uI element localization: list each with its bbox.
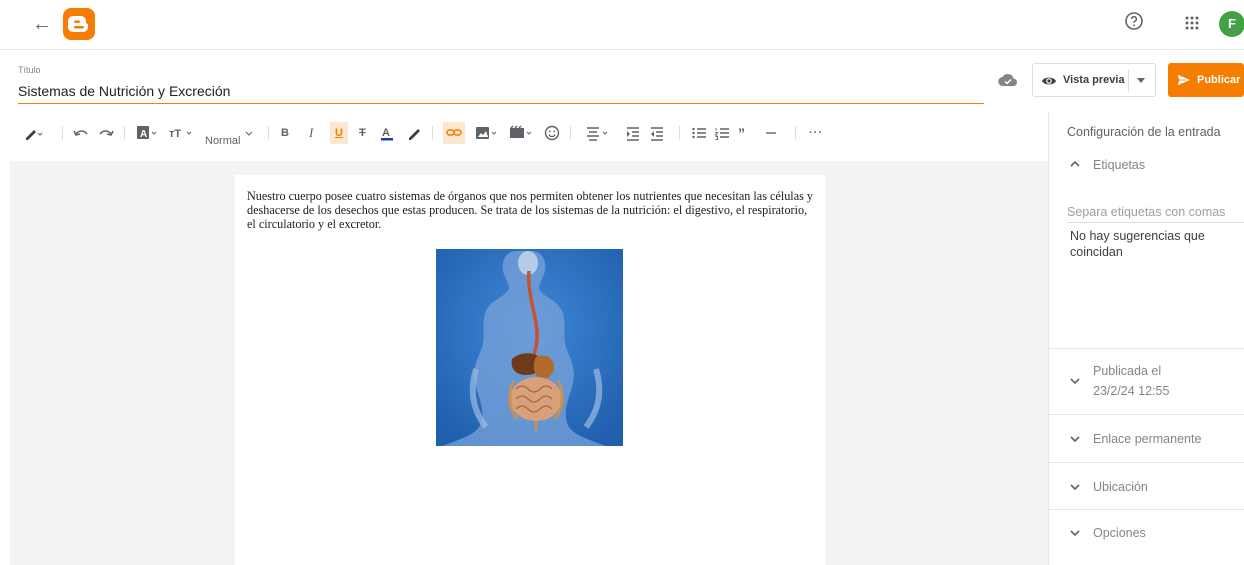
top-bar: ← F xyxy=(0,0,1244,50)
eye-icon xyxy=(1041,74,1057,92)
divider xyxy=(795,126,796,140)
published-date: 23/2/24 12:55 xyxy=(1093,384,1170,398)
divider xyxy=(1128,70,1129,92)
help-icon[interactable] xyxy=(1123,10,1145,32)
font-color-icon[interactable]: A xyxy=(379,122,395,144)
editor-canvas: Nuestro cuerpo posee cuatro sistemas de … xyxy=(10,161,1048,565)
image-icon[interactable] xyxy=(474,122,500,144)
divider xyxy=(679,126,680,140)
cloud-saved-icon xyxy=(997,72,1019,88)
published-section[interactable]: Publicada el 23/2/24 12:55 xyxy=(1049,348,1244,414)
underline-icon[interactable]: U xyxy=(330,122,348,144)
location-section[interactable]: Ubicación xyxy=(1049,462,1244,509)
options-section[interactable]: Opciones xyxy=(1049,509,1244,556)
digestive-system-image[interactable] xyxy=(436,249,623,446)
sidebar-title: Configuración de la entrada xyxy=(1067,125,1221,139)
link-icon[interactable] xyxy=(443,122,465,144)
outdent-icon[interactable] xyxy=(649,122,665,144)
labels-section-header[interactable]: Etiquetas xyxy=(1049,154,1244,178)
text-color-icon[interactable]: A xyxy=(135,122,161,144)
chevron-down-icon xyxy=(1069,481,1081,496)
post-settings-sidebar: Configuración de la entrada Etiquetas No… xyxy=(1048,112,1244,565)
preview-label: Vista previa xyxy=(1063,74,1125,86)
title-label: Título xyxy=(18,65,41,75)
video-icon[interactable] xyxy=(508,122,534,144)
more-icon[interactable]: ··· xyxy=(809,122,823,144)
divider xyxy=(268,126,269,140)
align-icon[interactable] xyxy=(585,122,611,144)
font-size-icon[interactable]: тT xyxy=(168,122,196,144)
svg-text:A: A xyxy=(140,129,147,140)
post-body[interactable]: Nuestro cuerpo posee cuatro sistemas de … xyxy=(235,175,825,565)
bold-icon[interactable]: B xyxy=(281,122,289,144)
location-label: Ubicación xyxy=(1093,480,1148,494)
publish-button[interactable]: Publicar xyxy=(1168,63,1244,97)
apps-grid-icon[interactable] xyxy=(1183,14,1201,32)
blogger-logo-icon[interactable] xyxy=(63,8,95,40)
svg-text:A: A xyxy=(382,127,390,139)
strikethrough-icon[interactable]: T xyxy=(359,122,366,144)
italic-icon[interactable]: I xyxy=(309,122,313,144)
no-suggestions-text: No hay sugerencias que coincidan xyxy=(1070,229,1205,259)
indent-icon[interactable] xyxy=(625,122,641,144)
divider xyxy=(124,126,125,140)
chevron-down-icon xyxy=(1069,527,1081,542)
preview-button[interactable]: Vista previa xyxy=(1032,63,1156,97)
labels-input[interactable] xyxy=(1067,201,1244,223)
emoji-icon[interactable] xyxy=(543,122,561,144)
highlight-icon[interactable] xyxy=(405,122,423,144)
paragraph-style-label: Normal xyxy=(205,135,241,147)
divider xyxy=(570,126,571,140)
quote-icon[interactable]: ” xyxy=(738,122,745,144)
chevron-up-icon xyxy=(1069,158,1081,173)
title-input[interactable] xyxy=(18,80,984,104)
bulleted-list-icon[interactable] xyxy=(691,122,707,144)
labels-section-label: Etiquetas xyxy=(1093,158,1146,172)
horizontal-rule-icon[interactable] xyxy=(764,122,778,144)
numbered-list-icon[interactable] xyxy=(714,122,730,144)
published-label: Publicada el xyxy=(1093,364,1162,378)
back-arrow-icon[interactable]: ← xyxy=(30,12,54,36)
formatting-toolbar: A тT Normal B I U T A ” ··· xyxy=(0,118,1048,148)
pencil-icon[interactable] xyxy=(22,122,44,144)
divider xyxy=(432,126,433,140)
svg-text:тT: тT xyxy=(169,128,181,140)
redo-icon[interactable] xyxy=(97,122,115,144)
avatar[interactable]: F xyxy=(1219,11,1244,37)
undo-icon[interactable] xyxy=(72,122,90,144)
permalink-label: Enlace permanente xyxy=(1093,432,1202,446)
publish-label: Publicar xyxy=(1197,74,1241,86)
options-label: Opciones xyxy=(1093,526,1146,540)
chevron-down-icon[interactable] xyxy=(1137,78,1145,83)
send-icon xyxy=(1176,73,1193,92)
post-paragraph[interactable]: Nuestro cuerpo posee cuatro sistemas de … xyxy=(247,189,817,231)
permalink-section[interactable]: Enlace permanente xyxy=(1049,414,1244,462)
divider xyxy=(62,126,63,140)
chevron-down-icon xyxy=(1069,375,1081,390)
paragraph-style-dropdown[interactable]: Normal xyxy=(205,122,254,147)
chevron-down-icon xyxy=(1069,433,1081,448)
